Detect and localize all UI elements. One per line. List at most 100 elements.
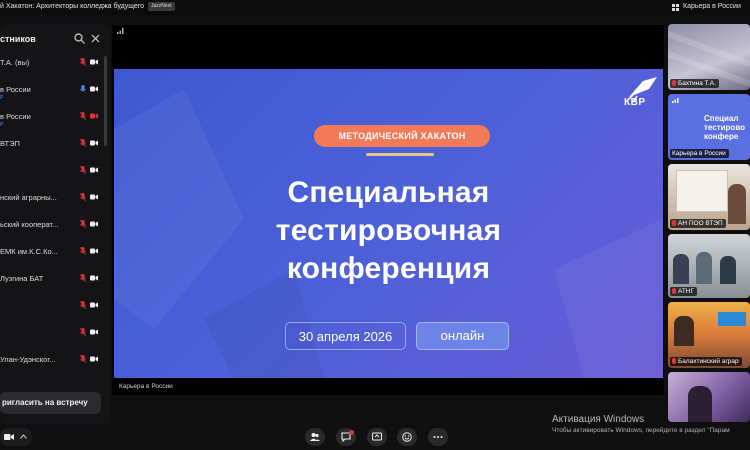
slide-title-line-3: конференция bbox=[286, 252, 491, 285]
panel-scrollbar[interactable] bbox=[104, 56, 107, 146]
video-thumb[interactable]: Специал тестирово конфере Карьера в России bbox=[668, 94, 750, 160]
participant-row[interactable] bbox=[0, 301, 104, 321]
mic-muted-icon[interactable] bbox=[80, 139, 86, 147]
participant-row[interactable]: Т.А. (вы) bbox=[0, 58, 104, 78]
thumb-person bbox=[696, 252, 712, 284]
thumb-person bbox=[720, 256, 736, 284]
participant-name: ЕМК им.К.С.Ко... bbox=[0, 247, 58, 256]
thumb-poster bbox=[718, 312, 746, 326]
mic-muted-icon[interactable] bbox=[80, 166, 86, 174]
more-icon bbox=[433, 436, 443, 438]
camera-icon[interactable] bbox=[90, 167, 98, 173]
video-thumb[interactable]: Бахтина Т.А. bbox=[668, 24, 750, 90]
meeting-title: й Хакатон: Архитекторы колледжа будущего bbox=[0, 3, 145, 10]
participant-row[interactable] bbox=[0, 328, 104, 348]
mic-icon[interactable] bbox=[80, 85, 86, 93]
participants-button[interactable] bbox=[305, 428, 325, 446]
participant-row[interactable] bbox=[0, 166, 104, 186]
mic-muted-icon[interactable] bbox=[80, 301, 86, 309]
thumb-label: Балахтинский аграр bbox=[670, 357, 742, 366]
thumb-label: Карьера в России bbox=[670, 149, 729, 158]
grid-layout-icon[interactable] bbox=[672, 4, 679, 11]
camera-icon[interactable] bbox=[90, 275, 98, 281]
participant-subtitle: Р bbox=[0, 95, 4, 101]
slide-title-line-2: тестировочная bbox=[275, 214, 502, 247]
badge-underline bbox=[366, 153, 434, 156]
participant-row[interactable]: Улан-Удэнског... bbox=[0, 355, 104, 375]
participant-name: в России bbox=[0, 112, 31, 121]
camera-icon[interactable] bbox=[90, 356, 98, 362]
thumb-person bbox=[673, 254, 689, 284]
panel-title: стников bbox=[0, 34, 36, 44]
slide-badge: МЕТОДИЧЕСКИЙ ХАКАТОН bbox=[314, 125, 490, 147]
chat-button[interactable] bbox=[336, 428, 356, 446]
thumb-label: Бахтина Т.А. bbox=[670, 79, 719, 88]
camera-icon[interactable] bbox=[90, 86, 98, 92]
participant-row[interactable]: ьский кооперат... bbox=[0, 220, 104, 240]
camera-off-icon[interactable] bbox=[90, 113, 98, 119]
thumb-person bbox=[688, 386, 712, 422]
participant-subtitle: Р bbox=[0, 122, 4, 128]
camera-icon[interactable] bbox=[90, 302, 98, 308]
chat-notification-dot bbox=[349, 430, 354, 435]
camera-icon[interactable] bbox=[90, 194, 98, 200]
participant-name: Лузгина БАТ bbox=[0, 274, 44, 283]
more-button[interactable] bbox=[428, 428, 448, 446]
windows-activation-text: Чтобы активировать Windows, перейдите в … bbox=[552, 427, 730, 434]
layout-label[interactable]: Карьера в России bbox=[683, 3, 741, 10]
invite-button[interactable]: ригласить на встречу bbox=[0, 392, 101, 414]
participant-row[interactable]: в России Р bbox=[0, 112, 104, 132]
signal-icon bbox=[117, 28, 124, 34]
kvr-logo-text: КВР bbox=[624, 97, 646, 108]
thumb-label: АТНГ bbox=[670, 287, 698, 296]
participant-name: Т.А. (вы) bbox=[0, 58, 30, 67]
camera-control[interactable] bbox=[0, 428, 32, 446]
participant-row[interactable]: ЕМК им.К.С.Ко... bbox=[0, 247, 104, 267]
participant-name: ьский кооперат... bbox=[0, 220, 59, 229]
camera-icon[interactable] bbox=[90, 221, 98, 227]
video-thumb[interactable]: Балахтинский аграр bbox=[668, 302, 750, 368]
mic-muted-icon[interactable] bbox=[80, 328, 86, 336]
close-icon[interactable] bbox=[91, 34, 100, 43]
reactions-button[interactable] bbox=[397, 428, 417, 446]
participant-row[interactable]: нский аграрны... bbox=[0, 193, 104, 213]
signal-icon bbox=[672, 98, 679, 103]
stage-speaker-label: Карьера в России bbox=[119, 383, 173, 390]
video-thumb[interactable]: АТНГ bbox=[668, 234, 750, 298]
thumb-screen bbox=[676, 170, 728, 212]
mic-muted-icon[interactable] bbox=[80, 58, 86, 66]
mic-muted-icon[interactable] bbox=[80, 274, 86, 282]
mic-muted-icon[interactable] bbox=[80, 112, 86, 120]
participant-row[interactable]: ВТЭП bbox=[0, 139, 104, 159]
search-icon[interactable] bbox=[74, 33, 85, 44]
screen-share-icon bbox=[372, 432, 382, 441]
thumb-slide-text: Специал тестирово конфере bbox=[704, 114, 746, 141]
chevron-up-icon[interactable] bbox=[20, 434, 27, 439]
video-thumb[interactable]: АН ПОО ВТЭП bbox=[668, 164, 750, 230]
screen-share-button[interactable] bbox=[367, 428, 387, 446]
participant-row[interactable]: Лузгина БАТ bbox=[0, 274, 104, 294]
video-thumb[interactable] bbox=[668, 372, 750, 422]
slide-date: 30 апреля 2026 bbox=[285, 322, 406, 350]
participants-icon bbox=[310, 433, 320, 441]
windows-activation-title: Активация Windows bbox=[552, 414, 645, 425]
thumb-person bbox=[674, 316, 694, 346]
camera-icon[interactable] bbox=[90, 140, 98, 146]
camera-icon[interactable] bbox=[90, 248, 98, 254]
mic-muted-icon[interactable] bbox=[80, 193, 86, 201]
thumb-label: АН ПОО ВТЭП bbox=[670, 219, 726, 228]
mic-muted-icon[interactable] bbox=[80, 247, 86, 255]
participant-name: в России bbox=[0, 85, 31, 94]
camera-icon[interactable] bbox=[90, 329, 98, 335]
participant-name: ВТЭП bbox=[0, 139, 20, 148]
camera-icon[interactable] bbox=[90, 59, 98, 65]
mic-muted-icon[interactable] bbox=[80, 355, 86, 363]
mic-muted-icon[interactable] bbox=[80, 220, 86, 228]
smile-icon bbox=[402, 432, 412, 442]
thumb-person bbox=[728, 184, 746, 224]
participant-name: нский аграрны... bbox=[0, 193, 57, 202]
camera-icon bbox=[4, 434, 14, 440]
app-badge: JazzNext bbox=[148, 2, 175, 11]
participant-row[interactable]: в России Р bbox=[0, 85, 104, 105]
slide-title-line-1: Специальная bbox=[287, 176, 490, 209]
